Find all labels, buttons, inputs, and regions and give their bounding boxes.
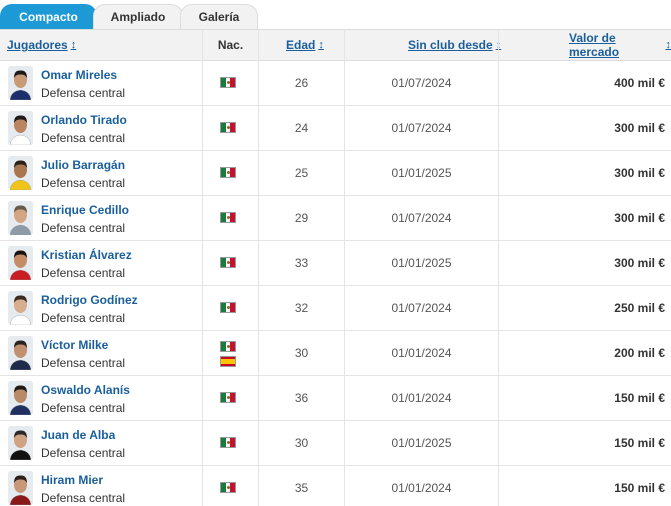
avatar[interactable] [8, 156, 33, 190]
flag-mexico-icon [220, 167, 236, 178]
player-free-since: 01/01/2024 [391, 481, 452, 495]
player-market-value[interactable]: 150 mil € [499, 376, 665, 420]
sort-icon: ↕ [318, 39, 324, 51]
header-jugadores-label: Jugadores [7, 38, 68, 52]
player-name-link[interactable]: Juan de Alba [41, 428, 115, 442]
player-market-value[interactable]: 150 mil € [499, 421, 665, 465]
player-market-value[interactable]: 200 mil € [499, 331, 665, 375]
header-sin-club-desde-label: Sin club desde [408, 38, 493, 52]
avatar[interactable] [8, 201, 33, 235]
sort-icon: ↕ [665, 39, 671, 51]
header-edad[interactable]: Edad ↕ [286, 30, 324, 60]
player-market-value[interactable]: 250 mil € [499, 286, 665, 330]
player-name-link[interactable]: Enrique Cedillo [41, 203, 129, 217]
header-valor-label: Valor de mercado [569, 31, 620, 59]
flag-mexico-icon [220, 302, 236, 313]
player-age: 25 [294, 166, 309, 180]
player-position: Defensa central [41, 221, 126, 235]
player-name-link[interactable]: Víctor Milke [41, 338, 108, 352]
sort-icon: ↕ [70, 39, 77, 51]
table-row: Rodrigo Godínez Defensa central 32 01/07… [0, 286, 671, 331]
player-position: Defensa central [41, 491, 126, 505]
tab-compacto[interactable]: Compacto [0, 4, 97, 29]
player-market-value[interactable]: 400 mil € [499, 61, 665, 105]
player-age: 24 [294, 121, 309, 135]
player-free-since: 01/01/2025 [391, 256, 452, 270]
player-free-since: 01/01/2025 [391, 436, 452, 450]
table-row: Oswaldo Alanís Defensa central 36 01/01/… [0, 376, 671, 421]
player-market-value[interactable]: 300 mil € [499, 196, 665, 240]
flag-mexico-icon [220, 437, 236, 448]
table-row: Hiram Mier Defensa central 35 01/01/2024… [0, 466, 671, 506]
table-row: Enrique Cedillo Defensa central 29 01/07… [0, 196, 671, 241]
avatar[interactable] [8, 426, 33, 460]
header-nacionalidad: Nac. [217, 38, 244, 52]
player-age: 29 [294, 211, 309, 225]
table-row: Omar Mireles Defensa central 26 01/07/20… [0, 61, 671, 106]
player-age: 36 [294, 391, 309, 405]
player-free-since: 01/07/2024 [391, 211, 452, 225]
avatar[interactable] [8, 381, 33, 415]
player-name-link[interactable]: Omar Mireles [41, 68, 117, 82]
player-name-link[interactable]: Kristian Álvarez [41, 248, 132, 262]
player-position: Defensa central [41, 356, 126, 370]
player-free-since: 01/01/2024 [391, 346, 452, 360]
player-free-since: 01/07/2024 [391, 121, 452, 135]
avatar[interactable] [8, 291, 33, 325]
flag-mexico-icon [220, 77, 236, 88]
header-valor-de-mercado[interactable]: Valor de mercado ↕ [569, 30, 671, 60]
table-row: Víctor Milke Defensa central 30 01/01/20… [0, 331, 671, 376]
player-free-since: 01/01/2025 [391, 166, 452, 180]
player-position: Defensa central [41, 176, 126, 190]
player-age: 35 [294, 481, 309, 495]
player-age: 33 [294, 256, 309, 270]
player-market-value[interactable]: 300 mil € [499, 106, 665, 150]
player-market-value[interactable]: 150 mil € [499, 466, 665, 506]
table-row: Orlando Tirado Defensa central 24 01/07/… [0, 106, 671, 151]
tab-ampliado[interactable]: Ampliado [93, 4, 183, 29]
player-name-link[interactable]: Oswaldo Alanís [41, 383, 130, 397]
table-row: Kristian Álvarez Defensa central 33 01/0… [0, 241, 671, 286]
flag-mexico-icon [220, 257, 236, 268]
player-free-since: 01/01/2024 [391, 391, 452, 405]
player-position: Defensa central [41, 131, 126, 145]
player-position: Defensa central [41, 311, 126, 325]
player-age: 30 [294, 436, 309, 450]
player-position: Defensa central [41, 86, 126, 100]
view-tabs: Compacto Ampliado Galería [0, 0, 671, 29]
player-name-link[interactable]: Hiram Mier [41, 473, 103, 487]
flag-mexico-icon [220, 122, 236, 133]
player-market-value[interactable]: 300 mil € [499, 241, 665, 285]
player-name-link[interactable]: Rodrigo Godínez [41, 293, 138, 307]
player-name-link[interactable]: Orlando Tirado [41, 113, 127, 127]
player-age: 32 [294, 301, 309, 315]
player-age: 30 [294, 346, 309, 360]
avatar[interactable] [8, 111, 33, 145]
avatar[interactable] [8, 336, 33, 370]
header-jugadores[interactable]: Jugadores ↕ [7, 30, 76, 60]
player-age: 26 [294, 76, 309, 90]
player-position: Defensa central [41, 446, 126, 460]
player-name-link[interactable]: Julio Barragán [41, 158, 125, 172]
table-row: Julio Barragán Defensa central 25 01/01/… [0, 151, 671, 196]
player-position: Defensa central [41, 266, 126, 280]
player-free-since: 01/07/2024 [391, 301, 452, 315]
avatar[interactable] [8, 471, 33, 505]
avatar[interactable] [8, 246, 33, 280]
avatar[interactable] [8, 66, 33, 100]
player-market-value[interactable]: 300 mil € [499, 151, 665, 195]
flag-mexico-icon [220, 341, 236, 352]
header-edad-label: Edad [286, 38, 316, 52]
player-position: Defensa central [41, 401, 126, 415]
tab-galeria[interactable]: Galería [180, 4, 258, 29]
header-sin-club-desde[interactable]: Sin club desde ↕ [408, 30, 501, 60]
player-free-since: 01/07/2024 [391, 76, 452, 90]
table-header: Jugadores ↕ Nac. Edad ↕ Sin club desde ↕… [0, 29, 671, 61]
table-row: Juan de Alba Defensa central 30 01/01/20… [0, 421, 671, 466]
flag-mexico-icon [220, 482, 236, 493]
flag-mexico-icon [220, 212, 236, 223]
flag-mexico-icon [220, 392, 236, 403]
flag-spain-icon [220, 356, 236, 367]
